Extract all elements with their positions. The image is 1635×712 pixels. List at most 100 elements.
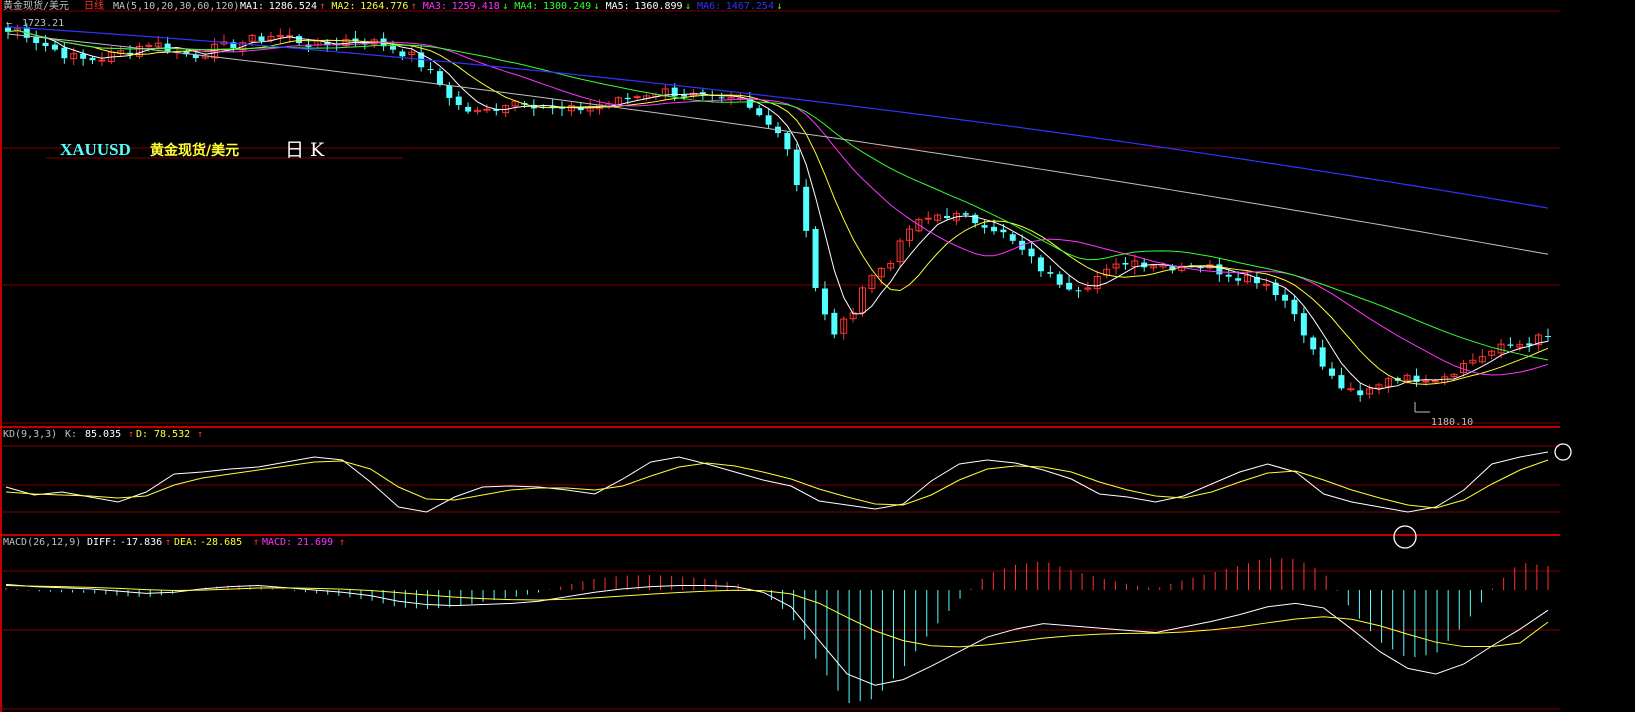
candle-body-down (803, 186, 810, 231)
candle-body-down (436, 71, 443, 85)
macd-diff-value: -17.836 (120, 537, 162, 548)
candle-body-down (624, 97, 631, 100)
candle-body-down (455, 96, 462, 106)
kd-k-value: 85.035 (85, 429, 121, 440)
macd-params: MACD(26,12,9) (3, 537, 81, 548)
ma-legend-arrow: ↓ (594, 1, 600, 12)
candle-body-down (1066, 282, 1073, 290)
kd-k-line (5, 451, 1549, 513)
ma-legend-label: MA6: (697, 1, 721, 12)
candle-body-up (145, 44, 153, 47)
title-chinese: 黄金现货/美元 (150, 142, 239, 159)
candle-body-down (793, 149, 800, 186)
ma-legend-value: 1360.899 (634, 1, 682, 12)
candle-body-down (80, 53, 87, 59)
candle-body-down (1282, 294, 1289, 301)
candle-body-down (1357, 390, 1364, 396)
candle-body-up (1262, 283, 1270, 286)
candle-body-down (784, 132, 791, 150)
candle-body-down (944, 215, 951, 219)
ma-params: MA(5,10,20,30,60,120) (113, 1, 239, 12)
kd-cross-highlight (1393, 525, 1417, 549)
header-bar: 黄金现货/美元 日线 MA(5,10,20,30,60,120) MA1: 128… (3, 0, 782, 12)
candle-body-down (718, 97, 725, 99)
ma10-line (7, 29, 1549, 385)
candle-body-down (1009, 234, 1016, 241)
candle-body-down (1047, 272, 1054, 274)
stock-chart: 黄金现货/美元 日线 MA(5,10,20,30,60,120) MA1: 128… (0, 0, 1572, 712)
ma-legend-value: 1467.254 (726, 1, 774, 12)
candle-body-down (1225, 274, 1232, 277)
candle-body-down (1338, 375, 1345, 389)
candle-body-down (89, 57, 96, 61)
candle-body-down (1028, 248, 1035, 257)
candle-body-down (812, 229, 819, 289)
candle-body-down (61, 47, 68, 59)
kd-params: KD(9,3,3) (3, 429, 57, 440)
kd-d-label: D: (136, 429, 148, 440)
candle-body-up (276, 35, 284, 38)
candle-body-down (1300, 313, 1307, 336)
ma20-line (7, 29, 1549, 376)
candle-body-up (483, 108, 491, 111)
ma-legend-label: MA1: (240, 1, 264, 12)
macd-macd-arrow: ↑ (339, 537, 345, 548)
kd-d-value: 78.532 (154, 429, 190, 440)
candle-body-down (296, 36, 303, 44)
candle-body-down (756, 108, 763, 116)
candle-body-down (1291, 299, 1298, 315)
candle-body-down (1122, 262, 1129, 265)
candle-body-down (1545, 336, 1551, 338)
ma-legend-arrow: ↓ (776, 1, 782, 12)
kd-d-line (5, 459, 1549, 509)
candle-body-up (1347, 388, 1355, 391)
low-price-label: 1180.10 (1431, 417, 1473, 428)
macd-dea-value: -28.685 (200, 537, 242, 548)
macd-diff-line (5, 583, 1549, 686)
candle-body-down (1507, 344, 1514, 346)
macd-diff-label: DIFF: (87, 537, 117, 548)
ma120-line (7, 26, 1549, 209)
kd-k-label: K: (65, 429, 77, 440)
high-price-label: 1723.21 (22, 18, 64, 29)
candle-body-down (765, 115, 772, 125)
candle-body-up (924, 217, 932, 220)
kd-d-arrow: ↑ (197, 429, 203, 440)
macd-header: MACD(26,12,9) DIFF: -17.836 ↑ DEA: -28.6… (3, 537, 345, 548)
candle-body-up (98, 59, 106, 62)
candle-body-down (33, 37, 40, 44)
kd-indicator (5, 451, 1549, 513)
candle-body-down (1056, 274, 1063, 285)
candle-body-down (446, 85, 453, 98)
ma-legend-label: MA5: (606, 1, 630, 12)
ma30-line (7, 29, 1549, 361)
kd-k-arrow: ↑ (128, 429, 134, 440)
candle-body-down (962, 213, 969, 215)
candle-body-down (1075, 290, 1082, 292)
candle-body-down (821, 288, 828, 315)
ma5-line (7, 29, 1549, 390)
title-period: 日 K (285, 139, 325, 161)
macd-dea-label: DEA: (174, 537, 198, 548)
macd-macd-label: MACD: (262, 537, 292, 548)
macd-dea-line (5, 585, 1549, 648)
ma-legend-label: MA3: (423, 1, 447, 12)
instrument-name: 黄金现货/美元 (3, 0, 69, 12)
moving-average-lines (7, 26, 1549, 390)
ma-legend-arrow: ↑ (411, 1, 417, 12)
macd-indicator (5, 558, 1549, 704)
kd-header: KD(9,3,3) K: 85.035 ↑ D: 78.532 ↑ (3, 429, 203, 440)
candle-body-down (1037, 257, 1044, 272)
candle-body-down (1319, 347, 1326, 367)
candle-body-down (1310, 337, 1317, 350)
ma-legend-value: 1259.418 (452, 1, 500, 12)
ma-legend-value: 1286.524 (269, 1, 317, 12)
candle-body-up (633, 96, 641, 99)
candle-body-up (1422, 380, 1430, 383)
macd-diff-arrow: ↑ (165, 537, 171, 548)
candle-body-down (258, 36, 265, 41)
kd-end-highlight (1554, 443, 1572, 461)
macd-macd-value: 21.699 (297, 537, 333, 548)
ma-legend: MA1: 1286.524 ↑ MA2: 1264.776 ↑ MA3: 1259.418 ↓ M… (240, 1, 782, 12)
candle-body-down (831, 312, 838, 335)
